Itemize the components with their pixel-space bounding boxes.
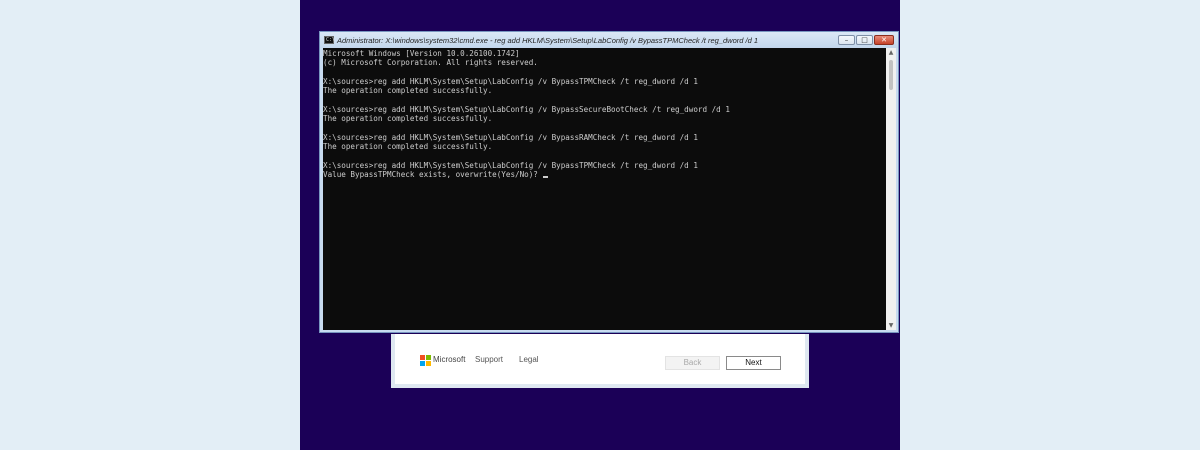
overwrite-prompt: Value BypassTPMCheck exists, overwrite(Y… bbox=[323, 170, 543, 180]
microsoft-logo-icon bbox=[420, 355, 431, 366]
back-button[interactable]: Back bbox=[665, 356, 720, 370]
legal-link[interactable]: Legal bbox=[519, 355, 539, 364]
cmd-icon[interactable]: C:\ bbox=[324, 36, 335, 44]
text-cursor bbox=[543, 176, 549, 179]
minimize-button[interactable]: – bbox=[838, 35, 855, 45]
console-lines: Microsoft Windows [Version 10.0.26100.17… bbox=[323, 49, 730, 171]
scrollbar-thumb[interactable] bbox=[889, 60, 893, 90]
scroll-down-arrow-icon[interactable]: ▼ bbox=[886, 321, 896, 330]
microsoft-brand-text: Microsoft bbox=[433, 355, 466, 364]
support-link[interactable]: Support bbox=[475, 355, 503, 364]
maximize-button[interactable]: □ bbox=[856, 35, 873, 45]
logo-green-square bbox=[426, 355, 431, 360]
close-button[interactable]: ✕ bbox=[874, 35, 894, 45]
console-text: Microsoft Windows [Version 10.0.26100.17… bbox=[323, 48, 886, 180]
vertical-scrollbar[interactable]: ▲ ▼ bbox=[886, 48, 896, 330]
logo-blue-square bbox=[420, 361, 425, 366]
logo-red-square bbox=[420, 355, 425, 360]
next-button[interactable]: Next bbox=[726, 356, 781, 370]
setup-footer: Microsoft Support Legal Back Next bbox=[395, 334, 805, 384]
cmd-titlebar[interactable]: C:\ Administrator: X:\windows\system32\c… bbox=[320, 32, 898, 48]
window-controls: – □ ✕ bbox=[838, 35, 894, 45]
cmd-window-title: Administrator: X:\windows\system32\cmd.e… bbox=[337, 36, 759, 45]
logo-yellow-square bbox=[426, 361, 431, 366]
cmd-window[interactable]: C:\ Administrator: X:\windows\system32\c… bbox=[319, 31, 899, 333]
scroll-up-arrow-icon[interactable]: ▲ bbox=[886, 48, 896, 57]
windows-setup-dialog: Microsoft Support Legal Back Next bbox=[391, 334, 809, 388]
console-output[interactable]: Microsoft Windows [Version 10.0.26100.17… bbox=[323, 48, 886, 330]
